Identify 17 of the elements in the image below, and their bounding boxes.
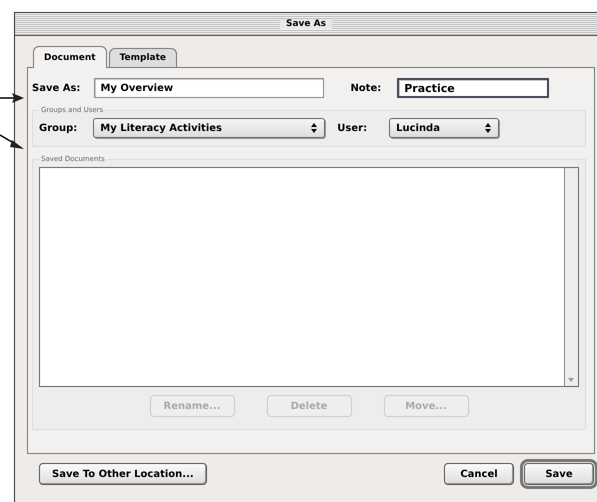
up-down-arrows-icon: [484, 122, 492, 134]
tab[interactable]: Template: [108, 48, 178, 67]
up-down-arrows-icon: [310, 122, 318, 134]
user-popup[interactable]: Lucinda: [389, 118, 500, 138]
name-field[interactable]: My Overview: [94, 78, 324, 98]
save-elsewhere-button[interactable]: Save To Other Location...: [39, 463, 207, 485]
field-label: Note:: [350, 82, 382, 94]
note-field[interactable]: Practice: [397, 78, 550, 98]
pointer-arrow: [0, 134, 24, 150]
group-popup[interactable]: My Literacy Activities: [93, 118, 326, 138]
tab[interactable]: Document: [33, 46, 107, 68]
pointer-arrow: [0, 92, 24, 104]
field-label: User:: [337, 122, 368, 134]
field-label: Group:: [39, 122, 78, 134]
window-title: Save As: [280, 19, 332, 29]
cancel-button[interactable]: Cancel: [444, 463, 514, 485]
field-label: Save As:: [32, 82, 80, 94]
